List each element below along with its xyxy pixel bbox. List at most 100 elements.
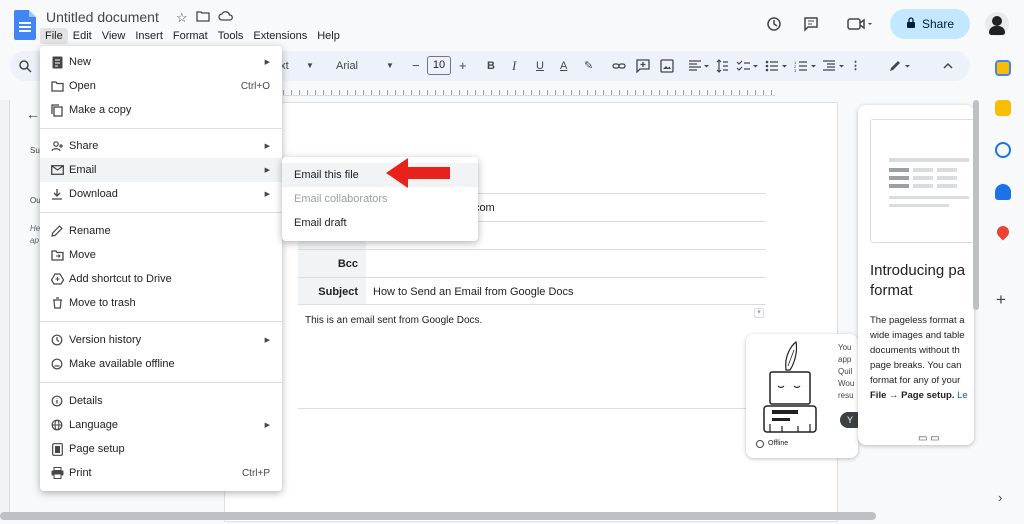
menu-extensions[interactable]: Extensions [248,28,312,44]
search-menus-icon[interactable] [18,57,32,79]
learn-more-link[interactable]: Le [954,390,968,401]
chevron-right-icon[interactable]: › [998,490,1002,505]
avatar[interactable] [985,12,1009,36]
outline-hint-line: He [30,224,41,233]
underline-button[interactable]: U [536,57,544,75]
indent-icon[interactable] [822,57,846,79]
highlight-icon[interactable]: ✎ [584,57,593,75]
contacts-icon[interactable] [995,184,1011,200]
menu-item-add-shortcut[interactable]: Add shortcut to Drive [40,267,282,291]
menu-item-new[interactable]: New ▶ [40,50,282,74]
font-size-input[interactable]: 10 [427,56,451,75]
outline-hint-line: ap [30,236,39,245]
italic-button[interactable]: I [512,57,516,75]
menu-item-page-setup[interactable]: Page setup [40,437,282,461]
maps-icon[interactable] [994,223,1012,241]
submenu-item-email-draft[interactable]: Email draft [282,211,478,235]
link-icon[interactable] [612,57,626,79]
back-arrow-icon[interactable]: ← [26,106,40,122]
increase-font-button[interactable]: + [459,57,467,75]
font-dropdown[interactable]: Arial [336,57,358,75]
vertical-scrollbar[interactable] [973,100,979,310]
offline-icon [756,440,764,448]
preview-footer-icon[interactable]: ▭ ▭ [918,433,940,444]
divider [40,321,282,322]
drive-shortcut-icon [50,272,64,286]
horizontal-scrollbar[interactable] [0,512,876,520]
page-setup-icon [50,442,64,456]
document-title[interactable]: Untitled document [46,9,159,25]
copy-icon [50,103,64,117]
history-icon[interactable] [760,10,788,38]
menu-item-email[interactable]: Email ▶ [40,158,282,182]
bold-button[interactable]: B [487,57,495,75]
bcc-field[interactable] [366,250,766,277]
align-icon[interactable] [688,57,710,79]
menu-item-share[interactable]: Share ▶ [40,134,282,158]
menu-item-rename[interactable]: Rename [40,219,282,243]
globe-icon [50,418,64,432]
menu-bar: File Edit View Insert Format Tools Exten… [40,28,345,44]
menu-help[interactable]: Help [312,28,345,44]
chevron-down-icon[interactable]: ▼ [306,57,314,75]
menu-file[interactable]: File [40,28,68,44]
meet-icon[interactable] [840,10,880,38]
offline-promo-card: You app Quil Wou resu Y Offline [746,334,858,458]
submenu-arrow-icon: ▶ [264,191,270,198]
insert-image-icon[interactable] [660,57,674,79]
menu-edit[interactable]: Edit [68,28,97,44]
menu-item-version-history[interactable]: Version history ▶ [40,328,282,352]
more-options-icon[interactable]: ⋮ [850,57,861,75]
checklist-icon[interactable] [736,57,760,79]
submenu-arrow-icon: ▶ [264,337,270,344]
decrease-font-button[interactable]: − [412,57,420,75]
numbered-list-icon[interactable]: 123 [794,57,818,79]
pageless-promo-description: The pageless format a wide images and ta… [870,315,968,401]
add-app-icon[interactable]: + [996,290,1006,310]
menu-item-move-to-trash[interactable]: Move to trash [40,291,282,315]
star-icon[interactable]: ☆ [176,10,188,26]
subject-field[interactable]: How to Send an Email from Google Docs [366,278,766,304]
email-body[interactable]: This is an email sent from Google Docs. [305,315,482,326]
submenu-arrow-icon: ▶ [264,59,270,66]
docs-logo-icon[interactable] [14,10,36,40]
collapse-toolbar-icon[interactable] [942,57,954,78]
calendar-icon[interactable] [995,60,1011,76]
tasks-icon[interactable] [995,142,1011,158]
menu-tools[interactable]: Tools [213,28,249,44]
bcc-label: Bcc [298,250,366,277]
comment-icon[interactable] [797,10,825,38]
offline-label: Offline [768,440,789,447]
subject-label: Subject [298,278,366,304]
menu-insert[interactable]: Insert [130,28,168,44]
move-folder-icon[interactable] [196,10,210,26]
bulleted-list-icon[interactable] [765,57,789,79]
menu-format[interactable]: Format [168,28,213,44]
add-comment-icon[interactable] [636,57,650,79]
menu-item-download[interactable]: Download ▶ [40,182,282,206]
chevron-down-icon[interactable]: ▾ [754,308,764,318]
offline-icon [50,357,64,371]
text-color-button[interactable]: A [560,57,567,75]
menu-item-language[interactable]: Language ▶ [40,413,282,437]
menu-item-move[interactable]: Move [40,243,282,267]
menu-item-make-available-offline[interactable]: Make available offline [40,352,282,376]
info-icon [50,394,64,408]
menu-item-print[interactable]: Print Ctrl+P [40,461,282,485]
mail-icon [50,163,64,177]
summary-label: Su [30,146,40,155]
vertical-ruler[interactable] [0,100,10,520]
editing-mode-icon[interactable] [888,57,914,79]
menu-item-make-a-copy[interactable]: Make a copy [40,98,282,122]
line-spacing-icon[interactable] [715,57,729,79]
trash-icon [50,296,64,310]
chevron-down-icon[interactable]: ▼ [386,57,394,75]
cloud-icon[interactable] [218,10,234,26]
menu-item-open[interactable]: Open Ctrl+O [40,74,282,98]
menu-view[interactable]: View [97,28,131,44]
menu-item-details[interactable]: Details [40,389,282,413]
horizontal-ruler[interactable] [283,84,775,96]
offline-promo-button[interactable]: Y [840,412,858,428]
share-button[interactable]: Share [890,9,970,39]
keep-icon[interactable] [995,100,1011,116]
